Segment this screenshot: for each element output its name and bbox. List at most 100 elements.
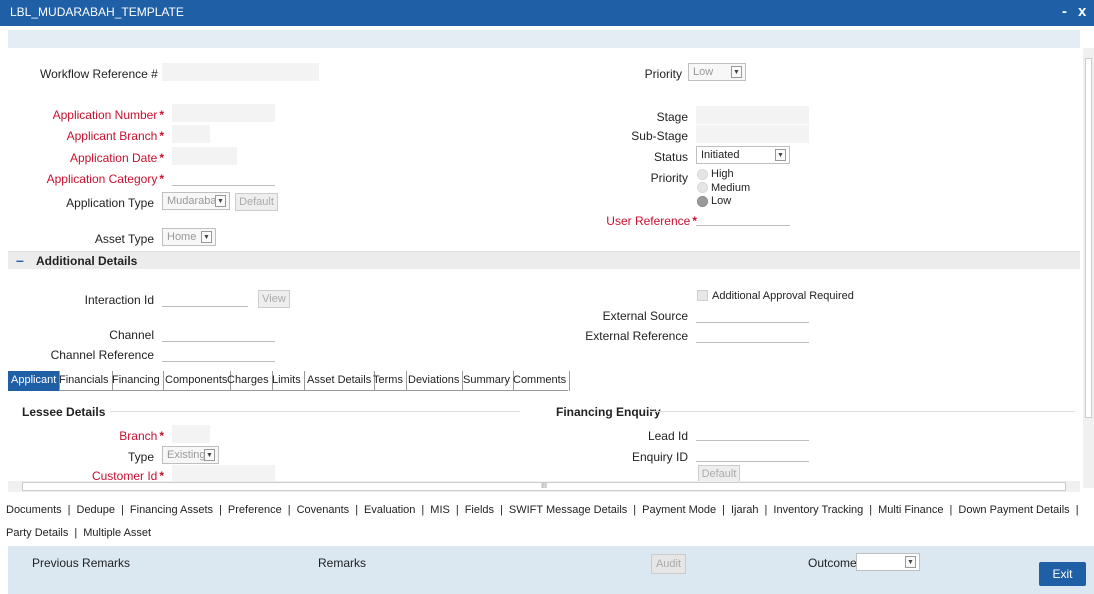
link-separator: |	[121, 504, 124, 516]
branch-label: Branch *	[119, 429, 164, 443]
status-label: Status	[653, 150, 688, 164]
link-preference[interactable]: Preference	[228, 504, 282, 516]
app-type-label: Application Type	[66, 196, 154, 210]
tab-applicant[interactable]: Applicant	[8, 371, 61, 391]
collapse-icon[interactable]: –	[16, 252, 24, 268]
exit-button[interactable]: Exit	[1039, 562, 1086, 586]
scroll-thumb[interactable]	[1085, 58, 1092, 418]
app-category-field[interactable]	[172, 168, 275, 186]
link-fields[interactable]: Fields	[465, 504, 494, 516]
link-mis[interactable]: MIS	[430, 504, 450, 516]
additional-details-title: Additional Details	[36, 254, 138, 268]
enquiry-id-label: Enquiry ID	[631, 450, 688, 464]
channel-field[interactable]	[162, 324, 275, 342]
tab-comments[interactable]: Comments	[510, 371, 571, 391]
link-multi-finance[interactable]: Multi Finance	[878, 504, 943, 516]
toolbar-strip	[8, 30, 1080, 48]
link-payment-mode[interactable]: Payment Mode	[642, 504, 716, 516]
channel-ref-field[interactable]	[162, 344, 275, 362]
link-party-details[interactable]: Party Details	[6, 527, 68, 539]
close-icon[interactable]: x	[1078, 3, 1086, 20]
priority-medium-label: Medium	[711, 182, 751, 194]
link-documents[interactable]: Documents	[6, 504, 62, 516]
tab-charges[interactable]: Charges	[224, 371, 273, 391]
links-row-1: Documents | Dedupe | Financing Assets | Prefer…	[6, 504, 1085, 516]
minimize-icon[interactable]: -	[1062, 3, 1067, 20]
link-evaluation[interactable]: Evaluation	[364, 504, 415, 516]
outcome-select[interactable]: ▼	[856, 553, 920, 571]
enquiry-id-field[interactable]	[696, 444, 809, 462]
link-separator: |	[421, 504, 425, 516]
asset-type-label: Asset Type	[94, 232, 154, 246]
app-type-select[interactable]: Mudarabah ▼	[162, 192, 230, 210]
additional-approval-label: Additional Approval Required	[712, 290, 854, 302]
link-financing-assets[interactable]: Financing Assets	[130, 504, 213, 516]
priority-high-radio[interactable]	[697, 169, 708, 180]
link-covenants[interactable]: Covenants	[297, 504, 350, 516]
type-label: Type	[127, 450, 154, 464]
link-separator: |	[949, 504, 953, 516]
link-separator: |	[455, 504, 459, 516]
priority-medium-radio[interactable]	[697, 182, 708, 193]
vertical-scrollbar[interactable]	[1083, 48, 1094, 488]
applicant-branch-field[interactable]	[172, 125, 210, 143]
link-separator: |	[67, 504, 71, 516]
divider	[110, 411, 520, 412]
type-value: Existing	[167, 449, 206, 461]
link-separator: |	[74, 527, 78, 539]
tab-strip: Applicant Financials Financing Component…	[8, 369, 571, 391]
asset-type-select[interactable]: Home ▼	[162, 228, 216, 246]
tab-financing[interactable]: Financing	[109, 371, 164, 391]
workflow-ref-field[interactable]	[162, 63, 319, 81]
tab-summary[interactable]: Summary	[460, 371, 515, 391]
horizontal-scrollbar[interactable]: III	[8, 481, 1080, 492]
branch-field[interactable]	[172, 425, 210, 443]
chevron-down-icon: ▼	[204, 449, 215, 461]
tab-components[interactable]: Components	[162, 371, 232, 391]
additional-approval-checkbox[interactable]	[697, 290, 708, 301]
link-down-payment-details[interactable]: Down Payment Details	[958, 504, 1069, 516]
app-date-field[interactable]	[172, 147, 237, 165]
link-inventory-tracking[interactable]: Inventory Tracking	[773, 504, 863, 516]
chevron-down-icon: ▼	[731, 66, 742, 78]
chevron-down-icon: ▼	[905, 556, 916, 568]
type-select[interactable]: Existing ▼	[162, 446, 219, 464]
stage-field[interactable]	[696, 106, 809, 124]
app-number-field[interactable]	[172, 104, 275, 122]
priority-low-radio[interactable]	[697, 196, 708, 207]
link-separator: |	[722, 504, 725, 516]
link-separator: |	[1075, 504, 1079, 516]
link-multiple-asset[interactable]: Multiple Asset	[83, 527, 151, 539]
applicant-branch-label: Applicant Branch *	[66, 129, 164, 143]
view-button[interactable]: View	[258, 290, 290, 308]
status-select[interactable]: Initiated ▼	[696, 146, 790, 164]
link-swift-message-details[interactable]: SWIFT Message Details	[509, 504, 627, 516]
audit-button[interactable]: Audit	[651, 554, 686, 574]
link-separator: |	[633, 504, 637, 516]
lead-id-field[interactable]	[696, 423, 809, 441]
scroll-thumb[interactable]: III	[22, 482, 1066, 491]
priority-select[interactable]: Low ▼	[688, 63, 746, 81]
links-row-2: Party Details | Multiple Asset	[6, 527, 151, 539]
interaction-id-field[interactable]	[162, 289, 248, 307]
additional-details-header[interactable]: – Additional Details	[8, 251, 1080, 269]
tab-deviations[interactable]: Deviations	[405, 371, 464, 391]
ext-ref-field[interactable]	[696, 325, 809, 343]
user-ref-field[interactable]	[696, 208, 790, 226]
ext-source-field[interactable]	[696, 305, 809, 323]
tab-terms[interactable]: Terms	[370, 371, 407, 391]
workflow-ref-label: Workflow Reference #	[40, 67, 158, 81]
tab-financials[interactable]: Financials	[56, 371, 113, 391]
tab-asset-details[interactable]: Asset Details	[304, 371, 376, 391]
link-dedupe[interactable]: Dedupe	[77, 504, 116, 516]
default-button[interactable]: Default	[235, 193, 278, 211]
lead-id-label: Lead Id	[647, 429, 688, 443]
chevron-down-icon: ▼	[775, 149, 786, 161]
priority-select-value: Low	[693, 66, 714, 78]
priority-radio-label: Priority	[650, 171, 688, 185]
link-ijarah[interactable]: Ijarah	[731, 504, 759, 516]
tab-limits[interactable]: Limits	[269, 371, 305, 391]
sub-stage-label: Sub-Stage	[631, 129, 688, 143]
sub-stage-field[interactable]	[696, 125, 809, 143]
app-category-label: Application Category *	[46, 172, 164, 186]
